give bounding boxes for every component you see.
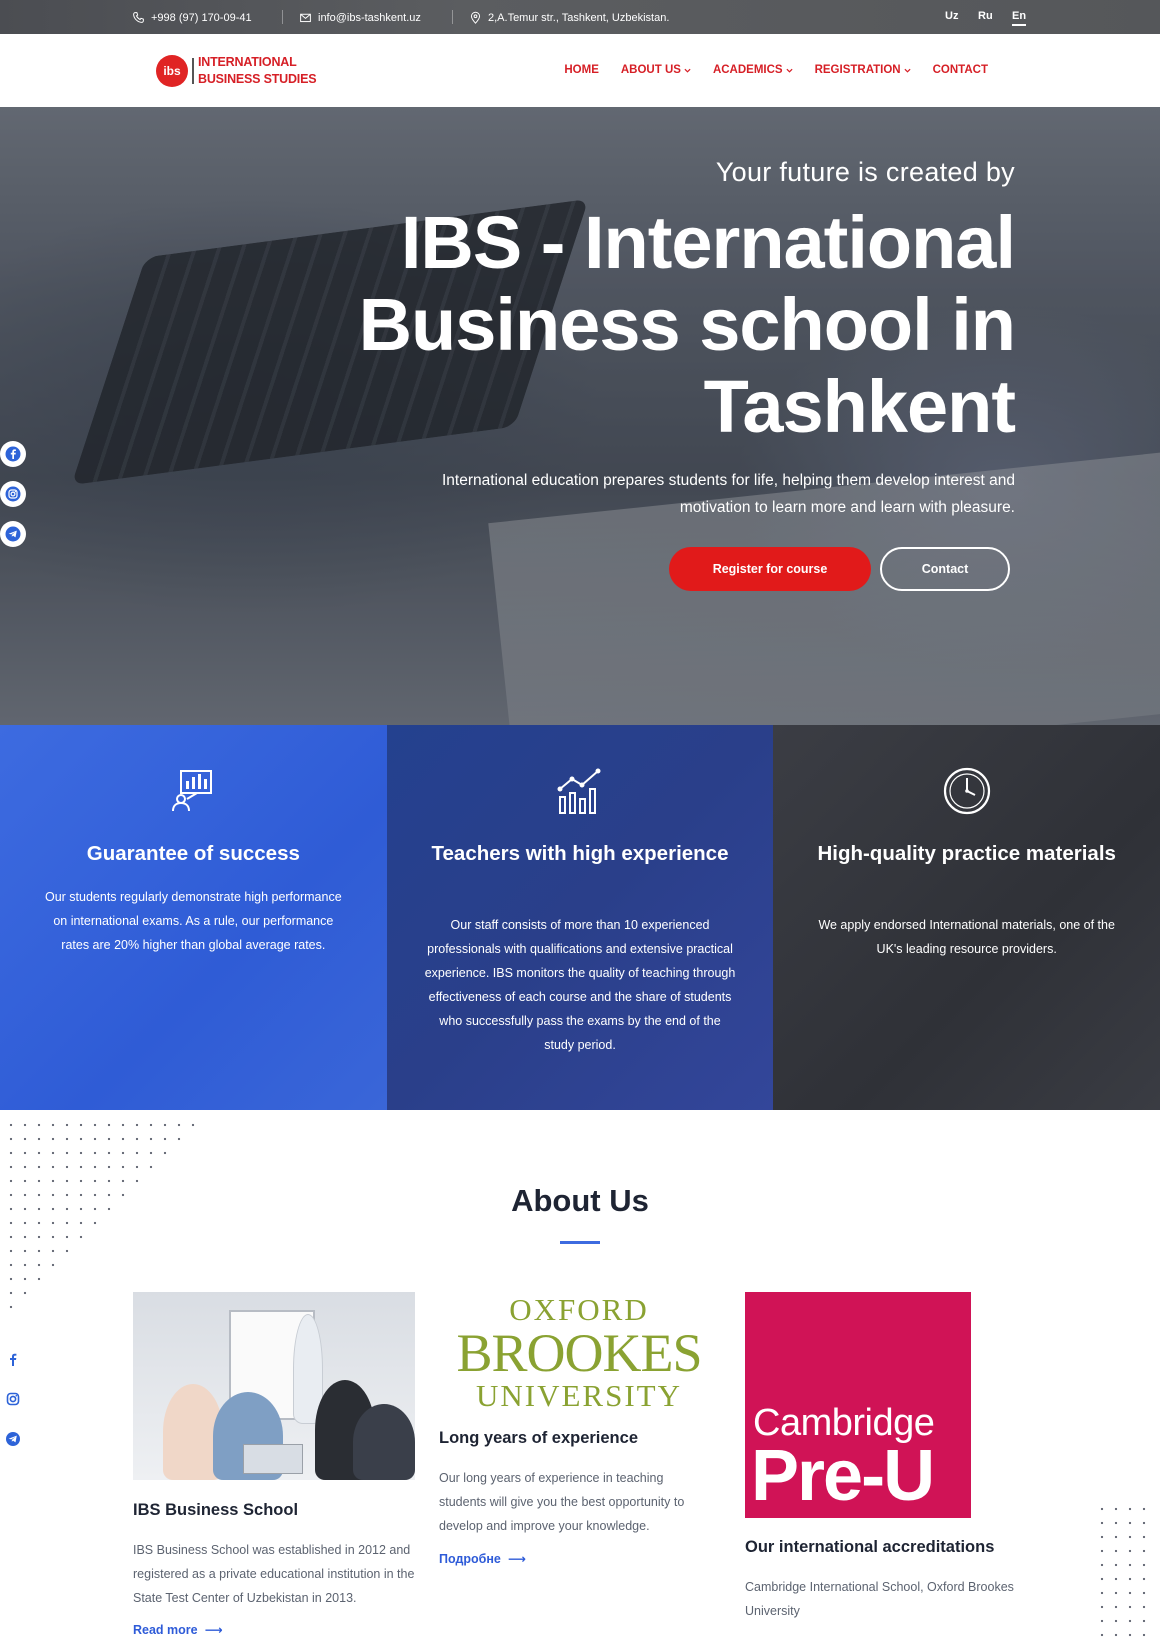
read-more-link[interactable]: Read more ⟶ bbox=[133, 1622, 223, 1637]
location-pin-icon bbox=[470, 11, 481, 24]
email-info[interactable]: info@ibs-tashkent.uz bbox=[299, 11, 421, 24]
feature-text: We apply endorsed International material… bbox=[818, 918, 1115, 956]
facebook-icon[interactable] bbox=[0, 441, 26, 467]
laptop bbox=[243, 1444, 303, 1474]
contact-button[interactable]: Contact bbox=[880, 547, 1010, 591]
chevron-down-icon bbox=[786, 68, 793, 73]
feature-title: Guarantee of success bbox=[86, 842, 300, 865]
growth-chart-icon bbox=[557, 768, 601, 814]
telegram-icon[interactable] bbox=[0, 1426, 26, 1452]
telegram-icon[interactable] bbox=[0, 521, 26, 547]
feature-card-success: Guarantee of success Our students regula… bbox=[0, 725, 387, 1110]
main-nav: HOME ABOUT US ACADEMICS REGISTRATION CON… bbox=[564, 64, 988, 76]
hero-subtitle: Your future is created by bbox=[715, 157, 1015, 187]
facebook-icon[interactable] bbox=[0, 1346, 26, 1372]
card-title: Long years of experience bbox=[439, 1429, 638, 1447]
features-strip: Guarantee of success Our students regula… bbox=[0, 725, 1160, 1110]
logo-divider bbox=[192, 58, 194, 84]
instagram-icon[interactable] bbox=[0, 1386, 26, 1412]
nav-registration[interactable]: REGISTRATION bbox=[815, 64, 911, 76]
lang-en[interactable]: En bbox=[1012, 10, 1027, 26]
arrow-right-icon: ⟶ bbox=[201, 1623, 223, 1637]
divider bbox=[282, 10, 283, 24]
oxford-brookes-logo: OXFORD BROOKES UNIVERSITY bbox=[456, 1292, 702, 1413]
logo-mark: ibs bbox=[156, 55, 188, 87]
register-course-button[interactable]: Register for course bbox=[669, 547, 871, 591]
presentation-chart-icon bbox=[172, 770, 213, 812]
cambridge-pre-u-logo: Cambridge Pre-U bbox=[745, 1292, 971, 1518]
student bbox=[353, 1404, 415, 1480]
card-text: IBS Business School was established in 2… bbox=[133, 1543, 415, 1605]
top-info-bar: +998 (97) 170-09-41 info@ibs-tashkent.uz… bbox=[0, 0, 1160, 34]
logo-line-2: BUSINESS STUDIES bbox=[198, 72, 317, 86]
logo-text: INTERNATIONAL BUSINESS STUDIES bbox=[198, 54, 317, 88]
mail-icon bbox=[300, 13, 311, 23]
about-title: About Us bbox=[511, 1183, 649, 1218]
nav-academics[interactable]: ACADEMICS bbox=[713, 64, 793, 76]
decorative-dots bbox=[1095, 1502, 1155, 1638]
divider bbox=[452, 10, 453, 24]
instagram-icon[interactable] bbox=[0, 481, 26, 507]
logo-line-1: INTERNATIONAL bbox=[198, 55, 297, 69]
phone-icon bbox=[133, 12, 144, 23]
nav-contact[interactable]: CONTACT bbox=[933, 64, 988, 76]
chevron-down-icon bbox=[904, 68, 911, 73]
main-header: ibs INTERNATIONAL BUSINESS STUDIES HOME … bbox=[0, 34, 1160, 107]
hero-banner: Your future is created by IBS - Internat… bbox=[0, 107, 1160, 725]
title-underline bbox=[560, 1241, 600, 1244]
social-sidebar bbox=[0, 441, 26, 547]
arrow-right-icon: ⟶ bbox=[504, 1552, 526, 1566]
social-sidebar-3 bbox=[0, 1346, 26, 1452]
more-link[interactable]: Подробне ⟶ bbox=[439, 1551, 526, 1566]
address-info: 2,A.Temur str., Tashkent, Uzbekistan. bbox=[469, 11, 669, 24]
feature-title: Teachers with high experience bbox=[431, 842, 729, 865]
lang-ru[interactable]: Ru bbox=[978, 10, 993, 22]
card-title: Our international accreditations bbox=[745, 1538, 995, 1556]
nav-about-us[interactable]: ABOUT US bbox=[621, 64, 691, 76]
lang-uz[interactable]: Uz bbox=[945, 10, 958, 22]
hero-title: IBS - International Business school in T… bbox=[358, 201, 1016, 448]
nav-home[interactable]: HOME bbox=[564, 64, 599, 76]
address-text: 2,A.Temur str., Tashkent, Uzbekistan. bbox=[488, 11, 670, 24]
phone-number: +998 (97) 170-09-41 bbox=[151, 11, 252, 24]
card-text: Cambridge International School, Oxford B… bbox=[745, 1580, 1014, 1618]
chevron-down-icon bbox=[684, 68, 691, 73]
card-title: IBS Business School bbox=[133, 1501, 299, 1519]
phone-info[interactable]: +998 (97) 170-09-41 bbox=[132, 11, 252, 24]
clock-icon bbox=[943, 767, 990, 815]
card-text: Our long years of experience in teaching… bbox=[439, 1471, 685, 1533]
feature-text: Our students regularly demonstrate high … bbox=[44, 890, 342, 952]
feature-card-teachers: Teachers with high experience Our staff … bbox=[386, 725, 774, 1110]
business-school-photo bbox=[133, 1292, 415, 1480]
email-address: info@ibs-tashkent.uz bbox=[318, 11, 421, 24]
feature-text: Our staff consists of more than 10 exper… bbox=[424, 918, 736, 1052]
site-logo[interactable]: ibs INTERNATIONAL BUSINESS STUDIES bbox=[156, 54, 317, 88]
feature-title: High-quality practice materials bbox=[817, 842, 1116, 865]
feature-card-materials: High-quality practice materials We apply… bbox=[773, 725, 1160, 1110]
hero-description: International education prepares student… bbox=[441, 472, 1015, 516]
